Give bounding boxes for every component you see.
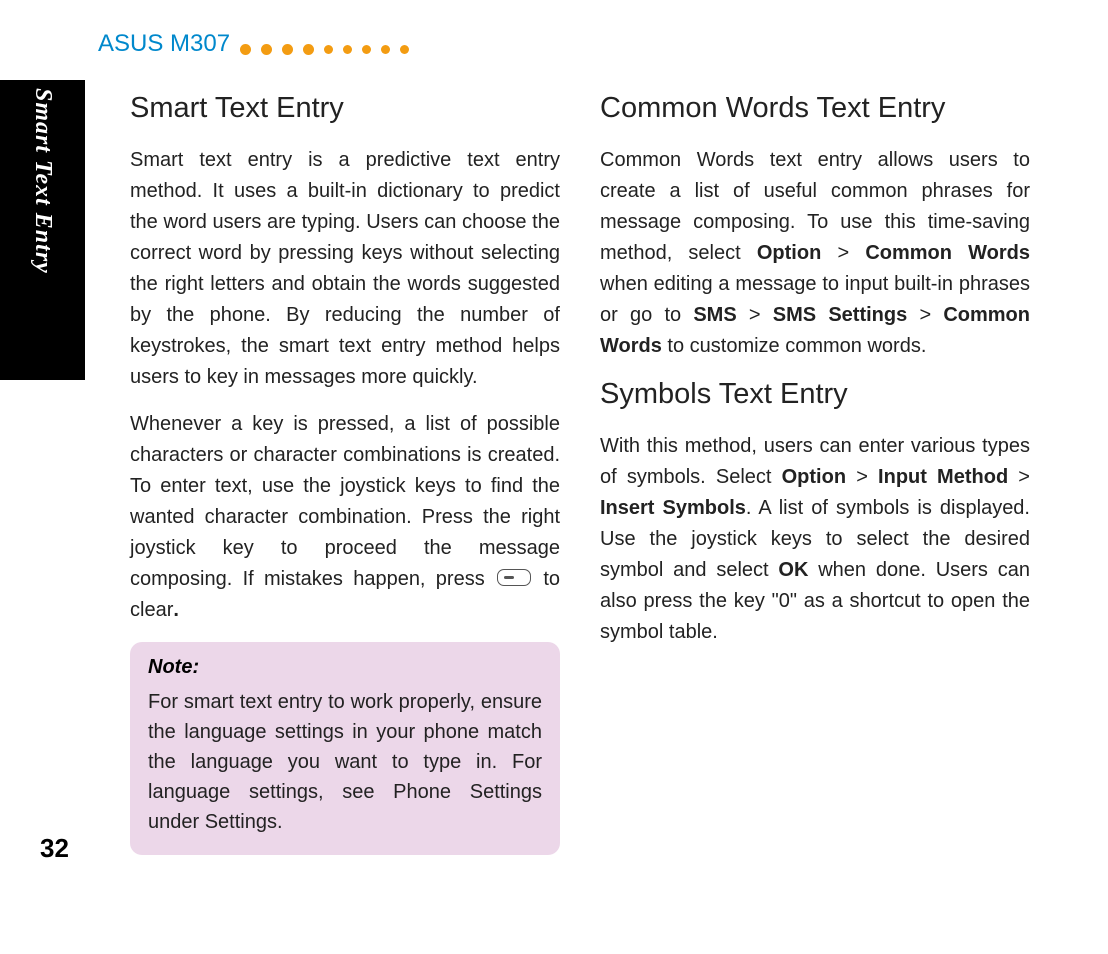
- sy-b4: OK: [778, 559, 808, 581]
- sy-t2: >: [846, 466, 878, 488]
- sy-b3: Insert Symbols: [600, 497, 746, 519]
- cw-t5: >: [907, 304, 943, 326]
- cw-b1: Option: [757, 242, 821, 264]
- side-tab: Smart Text Entry: [0, 80, 85, 380]
- heading-common-words: Common Words Text Entry: [600, 92, 1030, 125]
- symbols-p1: With this method, users can enter variou…: [600, 431, 1030, 648]
- heading-smart-text-entry: Smart Text Entry: [130, 92, 560, 125]
- clear-key-icon: [497, 569, 531, 586]
- page-header: ASUS M307: [98, 30, 409, 58]
- note-box: Note: For smart text entry to work prope…: [130, 642, 560, 855]
- cw-t6: to customize common words.: [662, 335, 927, 357]
- cw-t4: >: [737, 304, 773, 326]
- sy-b2: Input Method: [878, 466, 1008, 488]
- smart-text-p2: Whenever a key is pressed, a list of pos…: [130, 409, 560, 626]
- common-words-p1: Common Words text entry allows users to …: [600, 145, 1030, 362]
- cw-b4: SMS Settings: [773, 304, 907, 326]
- side-tab-label: Smart Text Entry: [29, 88, 56, 274]
- sy-t3: >: [1008, 466, 1030, 488]
- page-number: 32: [40, 833, 69, 864]
- smart-text-p2c: .: [173, 599, 179, 621]
- smart-text-p1: Smart text entry is a predictive text en…: [130, 145, 560, 393]
- sy-b1: Option: [782, 466, 846, 488]
- cw-t2: >: [821, 242, 865, 264]
- cw-b3: SMS: [693, 304, 736, 326]
- decorative-dots: [240, 44, 409, 55]
- right-column: Common Words Text Entry Common Words tex…: [600, 92, 1030, 855]
- left-column: Smart Text Entry Smart text entry is a p…: [130, 92, 560, 855]
- note-title: Note:: [148, 656, 542, 679]
- heading-symbols: Symbols Text Entry: [600, 378, 1030, 411]
- header-title: ASUS M307: [98, 30, 230, 58]
- content-area: Smart Text Entry Smart text entry is a p…: [130, 92, 1058, 855]
- note-body: For smart text entry to work properly, e…: [148, 687, 542, 837]
- cw-b2: Common Words: [865, 242, 1030, 264]
- smart-text-p2a: Whenever a key is pressed, a list of pos…: [130, 413, 560, 590]
